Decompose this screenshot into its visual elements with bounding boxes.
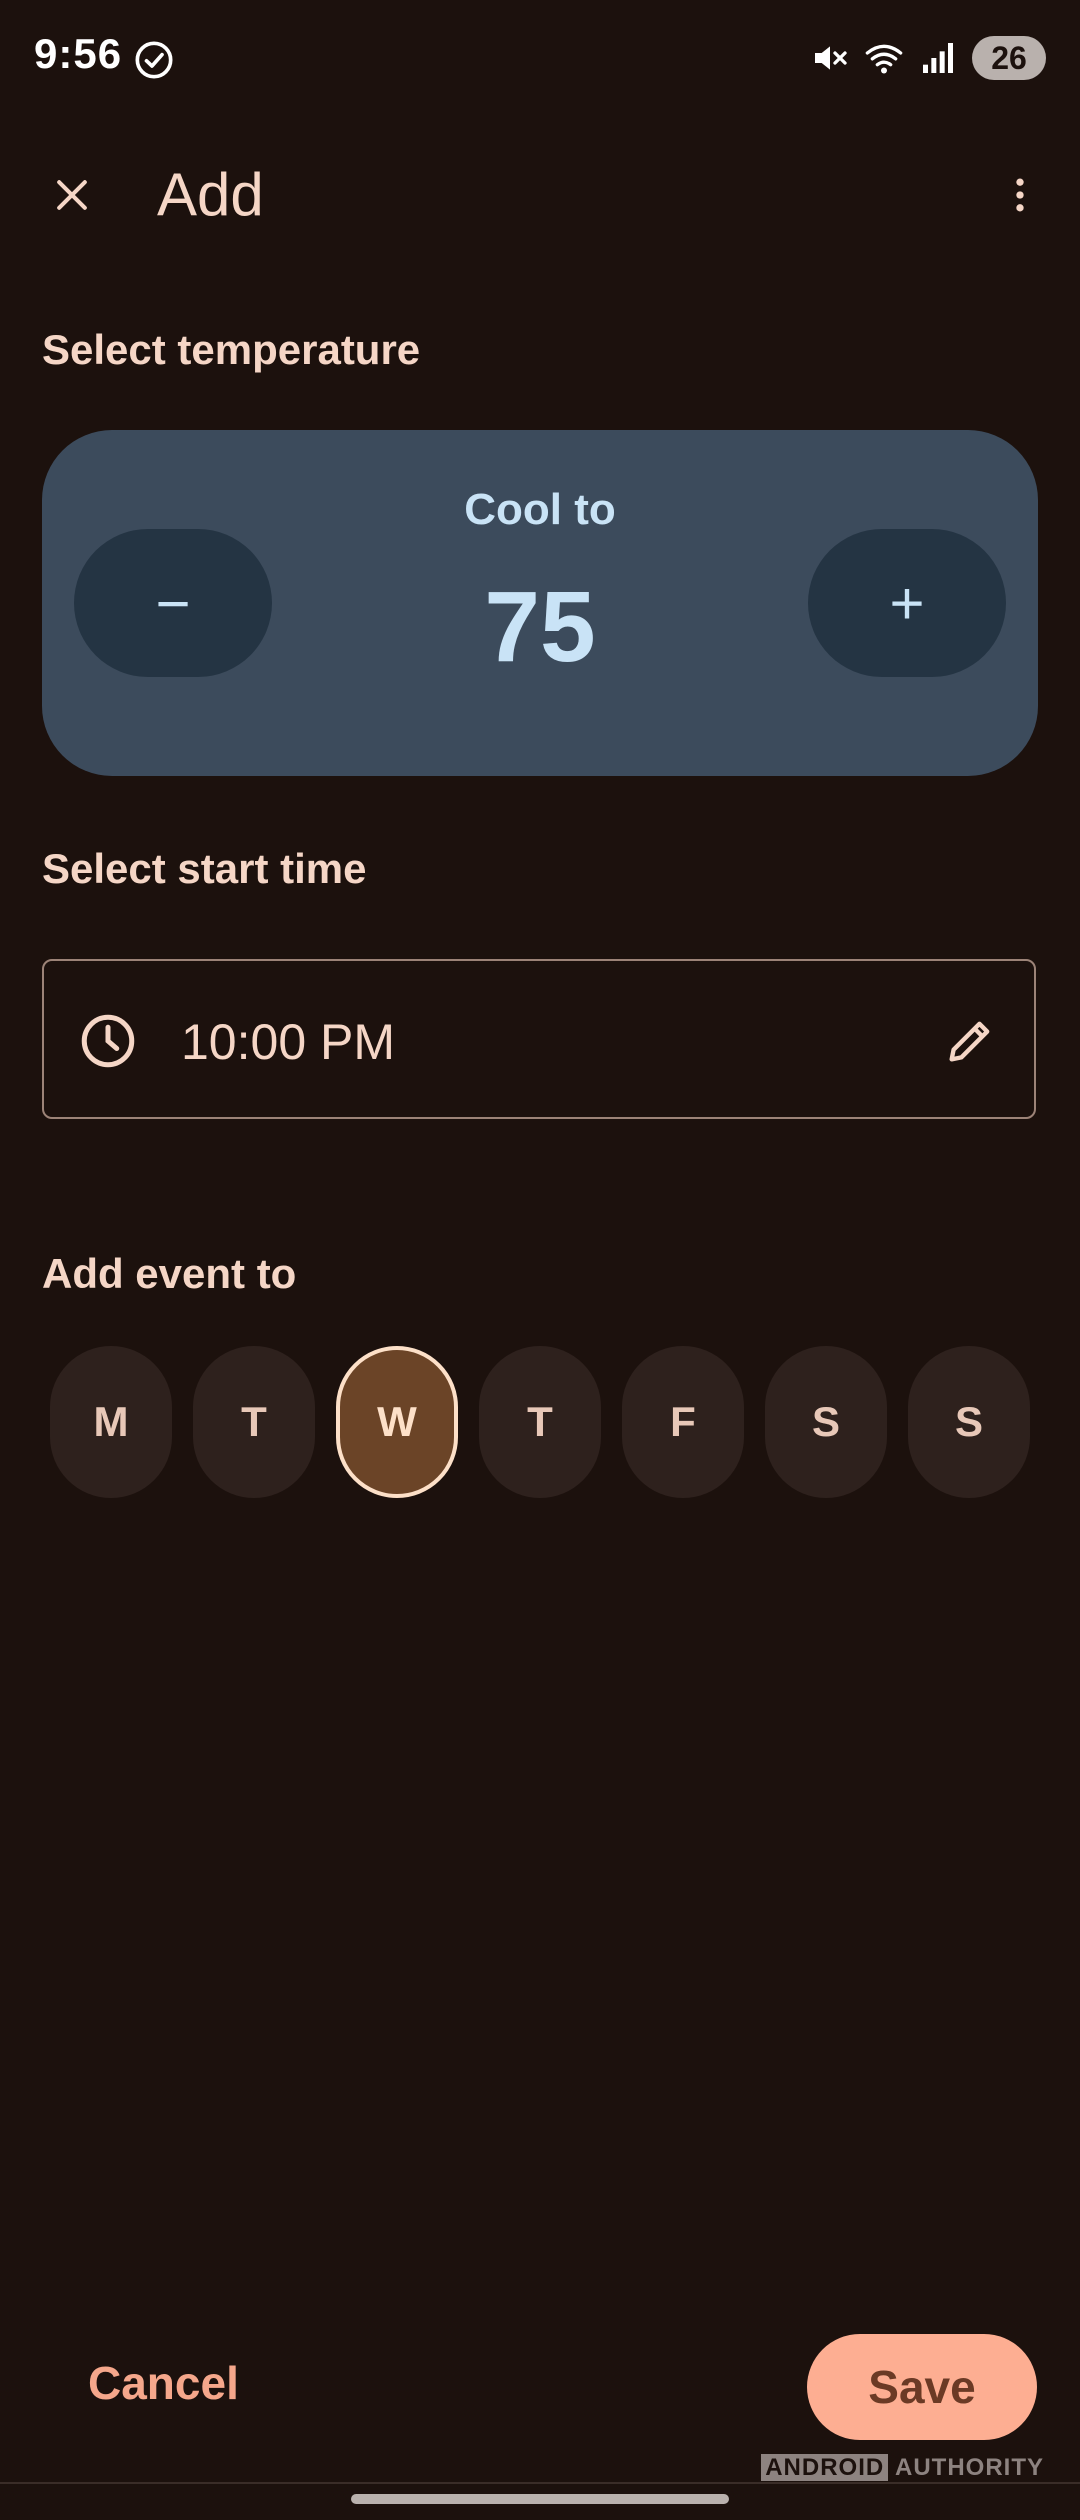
top-app-bar: Add — [0, 140, 1080, 250]
status-time: 9:56 — [34, 30, 123, 77]
home-indicator[interactable] — [351, 2494, 729, 2504]
day-label: S — [811, 1398, 840, 1445]
day-chip-monday[interactable]: M — [50, 1346, 172, 1498]
status-bar: 9:56 26 — [0, 0, 1080, 118]
status-icons: 26 — [810, 34, 1046, 82]
watermark: ANDROID AUTHORITY — [761, 2454, 1044, 2482]
divider — [0, 2482, 1080, 2484]
day-chip-tuesday[interactable]: T — [193, 1346, 315, 1498]
day-label: W — [377, 1398, 417, 1445]
wifi-icon — [865, 44, 903, 74]
day-chip-thursday[interactable]: T — [479, 1346, 601, 1498]
more-vert-icon — [1016, 178, 1024, 212]
screen: 9:56 26 Add Select temperature − Cool to… — [0, 0, 1080, 2520]
save-button[interactable]: Save — [807, 2334, 1037, 2440]
increase-temperature-button[interactable]: + — [808, 529, 1006, 677]
cancel-button[interactable]: Cancel — [88, 2356, 239, 2410]
day-label: F — [670, 1398, 696, 1445]
signal-icon — [923, 43, 953, 73]
clock-icon — [81, 1014, 135, 1068]
edit-pencil-icon[interactable] — [942, 1011, 1000, 1069]
more-options-button[interactable] — [982, 157, 1058, 233]
close-button[interactable] — [34, 157, 110, 233]
check-circle-icon — [135, 41, 173, 79]
start-time-section-label: Select start time — [42, 845, 367, 892]
start-time-field[interactable]: 10:00 PM — [42, 959, 1036, 1119]
event-days-section-label: Add event to — [42, 1250, 297, 1297]
temperature-section-label: Select temperature — [42, 326, 421, 373]
day-label: T — [241, 1398, 267, 1445]
mute-icon — [815, 46, 847, 70]
temperature-card: − Cool to 75 + — [42, 430, 1038, 776]
battery-indicator: 26 — [972, 36, 1046, 80]
close-icon — [57, 180, 87, 210]
day-chip-saturday[interactable]: S — [765, 1346, 887, 1498]
start-time-value: 10:00 PM — [181, 1014, 396, 1070]
watermark-part2: AUTHORITY — [895, 2454, 1044, 2481]
day-selector: M T W T F S S — [50, 1346, 1030, 1498]
watermark-part1: ANDROID — [761, 2454, 889, 2481]
page-title: Add — [157, 161, 264, 228]
day-label: M — [93, 1398, 129, 1445]
day-chip-sunday[interactable]: S — [908, 1346, 1030, 1498]
plus-icon: + — [889, 569, 925, 637]
day-chip-wednesday[interactable]: W — [336, 1346, 458, 1498]
temperature-mode: Cool to — [464, 485, 616, 534]
day-label: S — [954, 1398, 983, 1445]
save-label: Save — [868, 2361, 976, 2413]
day-chip-friday[interactable]: F — [622, 1346, 744, 1498]
day-label: T — [527, 1398, 553, 1445]
